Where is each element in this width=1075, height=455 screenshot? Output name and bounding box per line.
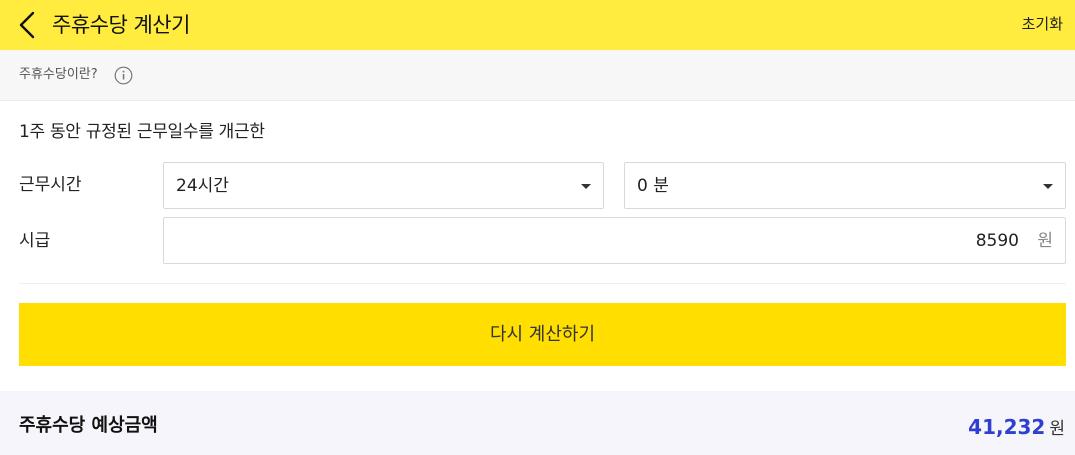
info-bar: 주휴수당이란?	[0, 50, 1075, 101]
wage-field: 원	[163, 217, 1066, 264]
info-icon[interactable]	[114, 66, 133, 85]
app-header: 주휴수당 계산기 초기화	[0, 0, 1075, 50]
wage-input[interactable]	[619, 229, 1019, 253]
hours-select-value: 24시간	[176, 176, 229, 196]
result-value: 41,232	[968, 415, 1046, 439]
reset-button[interactable]: 초기화	[1022, 13, 1063, 35]
minutes-select[interactable]: 0 분	[624, 162, 1066, 209]
hours-select[interactable]: 24시간	[163, 162, 604, 209]
info-link[interactable]: 주휴수당이란?	[19, 65, 98, 85]
result-bar: 주휴수당 예상금액 41,232 원	[0, 391, 1075, 455]
result-unit: 원	[1049, 419, 1065, 439]
wage-label: 시급	[19, 231, 51, 251]
caret-down-icon	[1043, 184, 1053, 189]
back-button[interactable]	[14, 9, 44, 41]
page-title: 주휴수당 계산기	[52, 13, 190, 37]
divider	[19, 283, 1066, 284]
result-amount: 41,232 원	[968, 413, 1065, 441]
work-time-label: 근무시간	[19, 175, 82, 195]
recalculate-button[interactable]: 다시 계산하기	[19, 303, 1066, 366]
form-description: 1주 동안 규정된 근무일수를 개근한	[19, 122, 265, 142]
minutes-select-value: 0 분	[637, 176, 669, 196]
chevron-left-icon	[19, 11, 35, 39]
wage-unit: 원	[1037, 231, 1053, 251]
result-label: 주휴수당 예상금액	[19, 415, 158, 436]
caret-down-icon	[581, 184, 591, 189]
